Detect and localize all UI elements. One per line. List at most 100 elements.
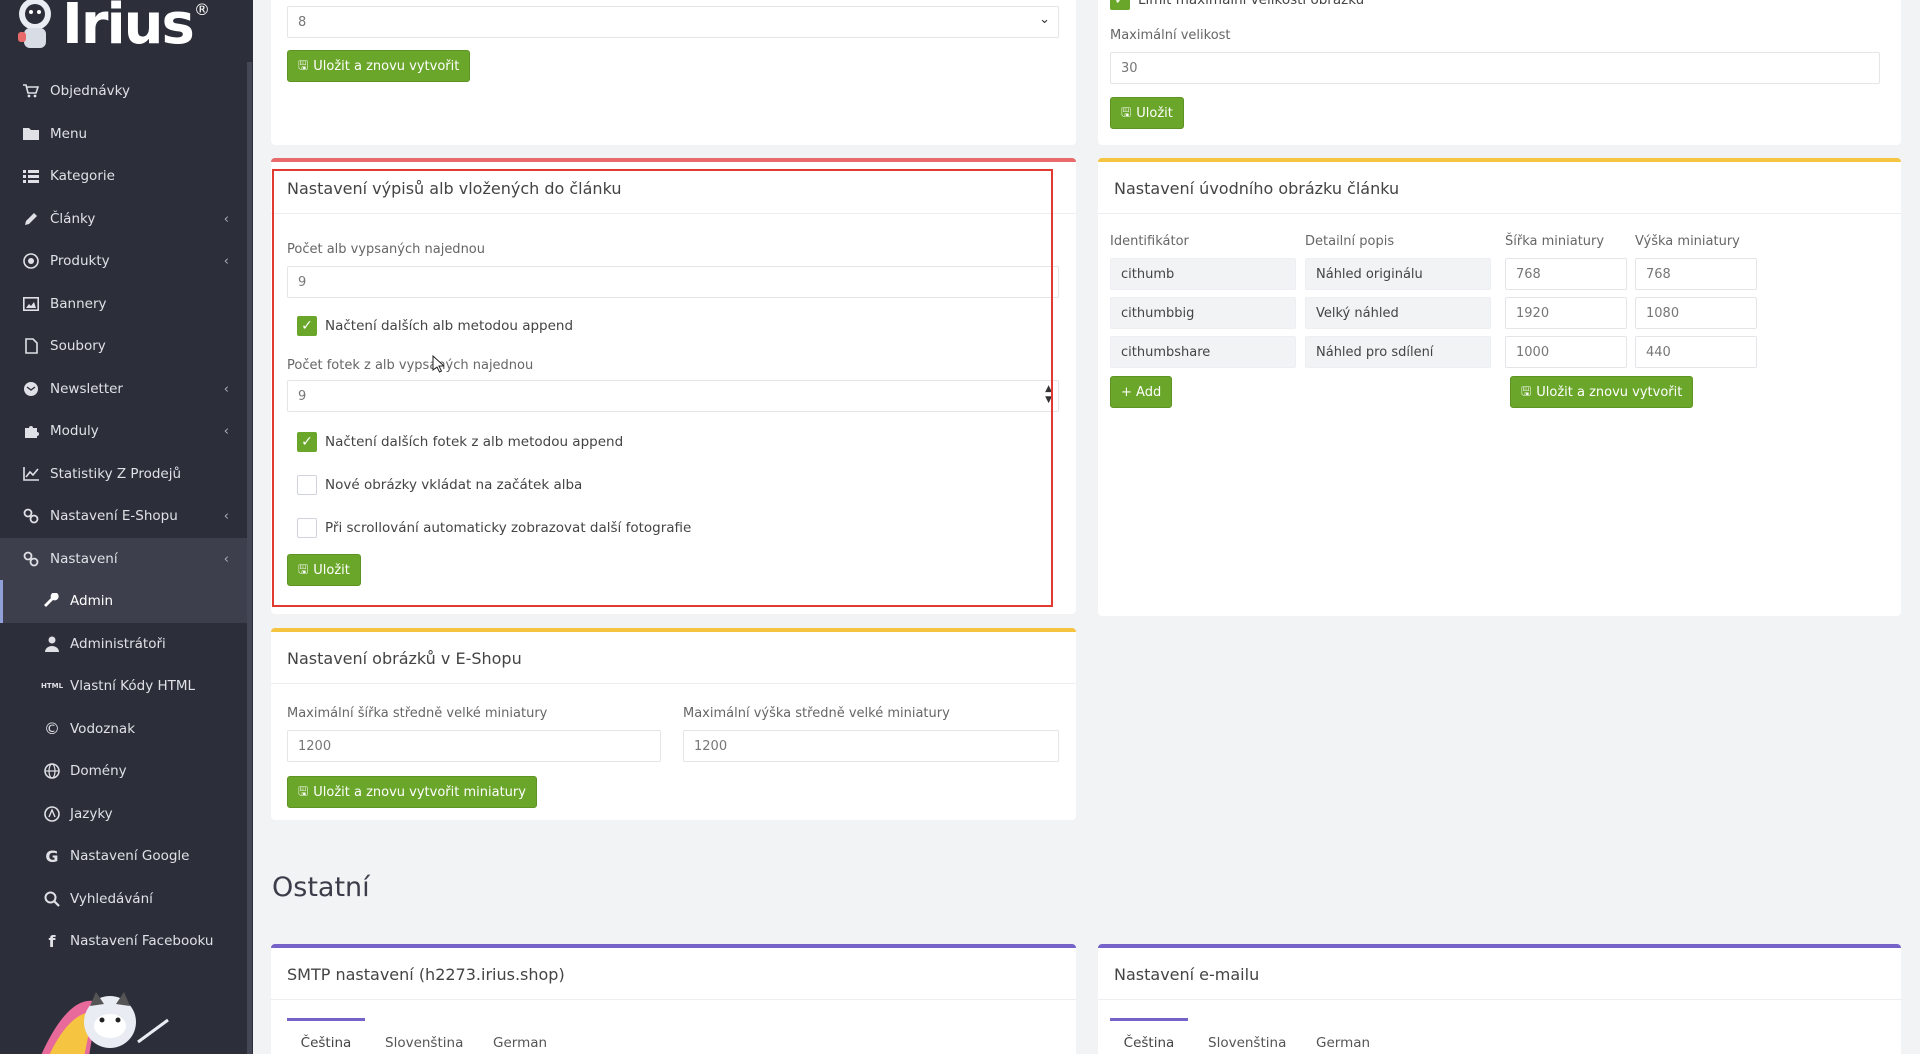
sidebar-subitem-label: Vyhledávání xyxy=(70,890,153,907)
thumb-save-regenerate-label: Uložit a znovu vytvořit xyxy=(1536,384,1683,400)
height-input[interactable]: 440 xyxy=(1635,336,1757,368)
thumb-select-value: 8 xyxy=(298,15,307,30)
sidebar-subitem-label: Jazyky xyxy=(70,805,113,822)
sidebar-item-nastaveni[interactable]: Nastavení ‹ xyxy=(0,537,247,580)
sidebar-item-produkty[interactable]: Produkty ‹ xyxy=(0,240,247,283)
chevron-left-icon: ‹ xyxy=(223,211,229,227)
tab-cestina[interactable]: Čeština xyxy=(287,1018,365,1051)
sidebar-item-objednavky[interactable]: Objednávky xyxy=(0,70,247,113)
identifier-input[interactable]: cithumbbig xyxy=(1110,297,1296,329)
sidebar-subitem-vodoznak[interactable]: © Vodoznak xyxy=(0,708,247,751)
sidebar-item-label: Články xyxy=(50,210,96,227)
max-height-label: Maximální výška středně velké miniatury xyxy=(683,706,950,721)
tab-slovenstina[interactable]: Slovenština xyxy=(1208,1035,1286,1051)
save-regenerate-button[interactable]: 🖫 Uložit a znovu vytvořit xyxy=(287,50,471,82)
chevron-left-icon: ‹ xyxy=(223,509,229,524)
sidebar-subitem-administratori[interactable]: Administrátoři xyxy=(0,623,247,666)
globe-icon xyxy=(20,252,42,270)
sidebar-subitem-jazyky[interactable]: Jazyky xyxy=(0,793,247,836)
tab-cestina[interactable]: Čeština xyxy=(1110,1018,1188,1051)
width-input[interactable]: 768 xyxy=(1505,258,1627,290)
sidebar-subitem-vyhledavani[interactable]: Vyhledávání xyxy=(0,878,247,921)
sidebar-item-newsletter[interactable]: Newsletter ‹ xyxy=(0,368,247,411)
sidebar-item-label: Objednávky xyxy=(50,83,130,100)
thumb-save-regenerate-button[interactable]: 🖫 Uložit a znovu vytvořit xyxy=(1510,376,1694,408)
envelope-icon xyxy=(20,380,42,398)
image-icon xyxy=(20,295,42,313)
limit-max-size-label: Limit maximální velikosti obrázku xyxy=(1138,0,1365,8)
add-row-label: + Add xyxy=(1121,384,1162,400)
max-size-value: 30 xyxy=(1121,61,1138,76)
user-icon xyxy=(42,635,62,653)
cell-value: 440 xyxy=(1646,345,1671,360)
identifier-input[interactable]: cithumb xyxy=(1110,258,1296,290)
sidebar-item-moduly[interactable]: Moduly ‹ xyxy=(0,410,247,453)
chart-icon xyxy=(20,465,42,483)
save-label: Uložit xyxy=(1136,105,1173,121)
width-input[interactable]: 1000 xyxy=(1505,336,1627,368)
sidebar-item-label: Nastavení xyxy=(50,550,118,567)
sidebar-subitem-label: Administrátoři xyxy=(70,635,166,652)
top-left-card: 8 ⌄ 🖫 Uložit a znovu vytvořit xyxy=(271,0,1076,145)
chevron-left-icon: ‹ xyxy=(223,424,229,439)
sidebar-subitem-facebook[interactable]: f Nastavení Facebooku xyxy=(0,920,247,963)
main-content: 8 ⌄ 🖫 Uložit a znovu vytvořit ✓ Limit ma… xyxy=(253,0,1920,1054)
height-input[interactable]: 768 xyxy=(1635,258,1757,290)
sidebar-item-clanky[interactable]: Články ‹ xyxy=(0,198,247,241)
sidebar-subitem-google[interactable]: G Nastavení Google xyxy=(0,835,247,878)
limit-max-size-checkbox[interactable]: ✓ xyxy=(1110,0,1130,10)
sidebar-subitem-vlastni-kody[interactable]: HTML Vlastní Kódy HTML xyxy=(0,665,247,708)
cell-value: Náhled originálu xyxy=(1316,267,1423,282)
top-right-card: ✓ Limit maximální velikosti obrázku Maxi… xyxy=(1098,0,1901,145)
tab-german[interactable]: German xyxy=(493,1035,547,1051)
width-input[interactable]: 1920 xyxy=(1505,297,1627,329)
sidebar-subitem-label: Vodoznak xyxy=(70,720,136,737)
sidebar-item-statistiky[interactable]: Statistiky Z Prodejů xyxy=(0,453,247,496)
max-width-input[interactable]: 1200 xyxy=(287,730,661,762)
sidebar-subitem-admin[interactable]: Admin xyxy=(0,580,247,623)
description-input[interactable]: Náhled originálu xyxy=(1305,258,1491,290)
add-row-button[interactable]: + Add xyxy=(1110,376,1173,408)
sidebar-subitem-domeny[interactable]: Domény xyxy=(0,750,247,793)
cell-value: cithumbbig xyxy=(1121,306,1195,321)
max-height-input[interactable]: 1200 xyxy=(683,730,1059,762)
height-input[interactable]: 1080 xyxy=(1635,297,1757,329)
sidebar-item-kategorie[interactable]: Kategorie xyxy=(0,155,247,198)
description-input[interactable]: Náhled pro sdílení xyxy=(1305,336,1491,368)
mouse-cursor-icon xyxy=(432,355,444,373)
max-size-label: Maximální velikost xyxy=(1110,28,1231,43)
cell-value: Velký náhled xyxy=(1316,306,1399,321)
sidebar-item-label: Produkty xyxy=(50,253,110,270)
sidebar-item-soubory[interactable]: Soubory xyxy=(0,325,247,368)
eshop-images-title: Nastavení obrázků v E-Shopu xyxy=(271,632,1076,684)
sidebar-nav: Objednávky Menu Kategorie Články ‹ Produ… xyxy=(0,70,247,963)
sidebar-subitem-label: Vlastní Kódy HTML xyxy=(70,678,196,695)
gears-icon xyxy=(20,507,42,525)
logo[interactable]: Irius ® xyxy=(8,0,248,62)
language-icon xyxy=(42,805,62,823)
description-input[interactable]: Velký náhled xyxy=(1305,297,1491,329)
highlight-box xyxy=(272,169,1053,607)
sidebar-item-menu[interactable]: Menu xyxy=(0,113,247,156)
identifier-input[interactable]: cithumbshare xyxy=(1110,336,1296,368)
save-button[interactable]: 🖫 Uložit xyxy=(1110,97,1184,129)
save-regenerate-thumbs-button[interactable]: 🖫 Uložit a znovu vytvořit miniatury xyxy=(287,776,537,808)
cell-value: cithumbshare xyxy=(1121,345,1211,360)
sidebar-scrollbar[interactable] xyxy=(247,62,252,1054)
max-size-input[interactable]: 30 xyxy=(1110,52,1880,84)
cell-value: 768 xyxy=(1516,267,1541,282)
sidebar-item-nastaveni-eshopu[interactable]: Nastavení E-Shopu ‹ xyxy=(0,495,247,538)
sidebar-item-bannery[interactable]: Bannery xyxy=(0,283,247,326)
cell-value: 1920 xyxy=(1516,306,1550,321)
section-title: Ostatní xyxy=(272,872,370,903)
tab-german[interactable]: German xyxy=(1316,1035,1370,1051)
puzzle-icon xyxy=(20,422,42,440)
sidebar: Irius ® Objednávky Menu Kategorie Články… xyxy=(0,0,253,1054)
chevron-left-icon: ‹ xyxy=(223,381,229,397)
cell-value: Náhled pro sdílení xyxy=(1316,345,1434,360)
tab-slovenstina[interactable]: Slovenština xyxy=(385,1035,463,1051)
facebook-icon: f xyxy=(48,931,56,951)
cell-value: 1000 xyxy=(1516,345,1550,360)
gears-icon xyxy=(20,550,42,568)
thumb-select[interactable]: 8 ⌄ xyxy=(287,6,1059,38)
